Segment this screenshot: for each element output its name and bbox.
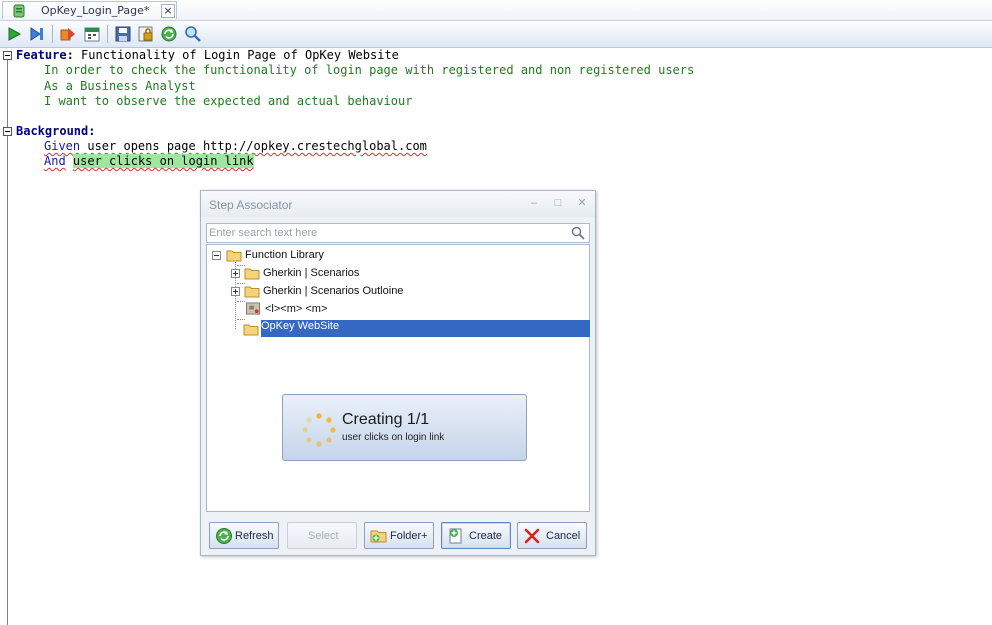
create-button-label: Create [469,530,503,542]
create-icon [449,528,462,544]
export-icon[interactable] [59,25,77,43]
add-folder-icon [370,530,387,543]
tree-node-gherkin-scenarios[interactable]: Gherkin | Scenarios [207,265,587,282]
tree-node-label: OpKey WebSite [261,320,340,332]
calendar-icon[interactable] [83,25,101,43]
collapse-feature-icon[interactable] [3,51,12,60]
close-tab-icon[interactable]: × [161,4,175,18]
document-tab-strip: OpKey_Login_Page* × [0,0,992,21]
add-folder-button-label: Folder+ [390,530,428,542]
lock-icon[interactable] [137,25,155,43]
minimize-icon[interactable]: – [527,197,541,209]
function-library-tree[interactable]: Function Library Gherkin | Scenarios Ghe… [206,244,590,512]
search-box [206,223,590,243]
save-icon[interactable] [114,25,132,43]
document-tab[interactable]: OpKey_Login_Page* × [2,1,177,19]
refresh-icon[interactable] [160,25,178,43]
gherkin-file-icon [13,4,25,18]
progress-title: Creating 1/1 [342,411,430,428]
given-step-text: user opens page http://opkey.crestechglo… [80,139,427,153]
tree-node-component[interactable]: <l><m> <m> [207,301,587,318]
cancel-x-icon [524,528,540,544]
feature-line: Feature: Functionality of Login Page of … [16,48,399,63]
tree-node-gherkin-scenarios-outline[interactable]: Gherkin | Scenarios Outloine [207,283,587,300]
narrative-line: In order to check the functionality of l… [44,63,695,77]
tree-node-opkey-website[interactable]: OpKey WebSite [261,320,590,337]
select-button-label: Select [308,530,339,542]
creating-progress-popup: Creating 1/1 user clicks on login link [282,394,527,461]
refresh-button[interactable]: Refresh [209,522,279,549]
editor-toolbar [0,21,992,48]
narrative-line: I want to observe the expected and actua… [44,94,413,108]
tree-node-label: <l><m> <m> [265,303,328,315]
tree-node-label: Gherkin | Scenarios Outloine [263,285,404,297]
and-keyword: And [44,154,66,168]
dialog-title-bar[interactable]: Step Associator – □ ✕ [201,191,595,217]
tree-connector [237,319,245,321]
and-step-line: And user clicks on login link [44,154,254,169]
add-folder-button[interactable]: Folder+ [364,522,434,549]
given-keyword: Given [44,139,81,153]
select-button[interactable]: Select [287,522,357,549]
folder-icon [244,268,260,280]
step-associator-dialog: Step Associator – □ ✕ Function Library G… [200,190,596,556]
and-step-text: user clicks on login link [72,154,254,168]
narrative-line: As a Business Analyst [44,79,196,93]
close-dialog-icon[interactable]: ✕ [575,197,589,209]
background-keyword: Background: [16,124,96,138]
tree-node-label: Function Library [245,249,324,261]
folder-icon [226,250,242,262]
tree-node-function-library[interactable]: Function Library [207,247,587,264]
collapse-background-icon[interactable] [3,127,12,136]
expand-node-icon[interactable] [231,269,240,278]
collapse-node-icon[interactable] [212,251,221,260]
step-run-icon[interactable] [28,25,46,43]
fold-guide-line [7,60,8,625]
dialog-title: Step Associator [209,198,293,212]
refresh-button-label: Refresh [235,530,274,542]
feature-keyword: Feature: [16,48,74,62]
tree-node-label: Gherkin | Scenarios [263,267,360,279]
feature-title: Functionality of Login Page of OpKey Web… [73,48,399,62]
expand-node-icon[interactable] [231,287,240,296]
component-icon [246,302,260,315]
folder-icon [244,286,260,298]
toolbar-separator [107,25,108,43]
search-input[interactable] [207,224,569,242]
cancel-button-label: Cancel [546,530,581,542]
search-icon[interactable] [184,25,202,43]
progress-subtitle: user clicks on login link [342,432,445,443]
cancel-button[interactable]: Cancel [517,522,587,549]
create-button[interactable]: Create [441,522,511,549]
loading-spinner-icon [302,413,336,447]
toolbar-separator [52,25,53,43]
magnifier-icon[interactable] [571,226,585,240]
refresh-icon [216,528,232,544]
folder-icon [243,324,259,336]
given-step-line: Given user opens page http://opkey.crest… [44,139,427,154]
run-icon[interactable] [5,25,23,43]
maximize-icon[interactable]: □ [551,197,565,209]
document-tab-title: OpKey_Login_Page* [41,4,150,17]
